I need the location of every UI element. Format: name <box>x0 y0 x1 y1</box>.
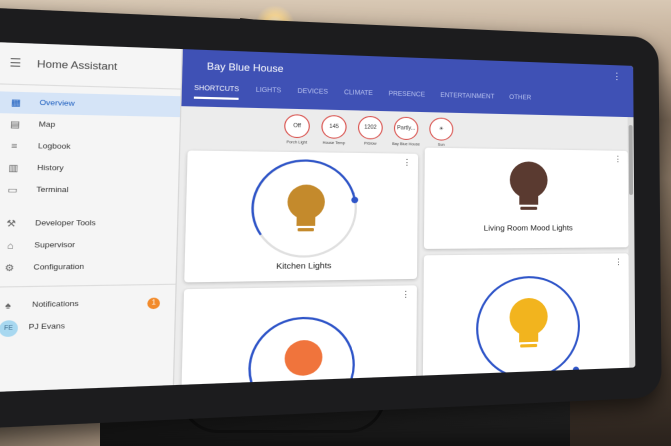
overview-icon: ▦ <box>10 97 22 108</box>
chip-label: Porch Light <box>286 140 308 145</box>
tab-devices[interactable]: DEVICES <box>297 89 329 103</box>
chip-label: Sun <box>437 142 445 147</box>
chip-value: Off <box>283 114 311 139</box>
divider <box>0 283 176 288</box>
chip-piglow[interactable]: 1202 PiGlow <box>355 115 385 146</box>
sidebar-item-history[interactable]: ▥ History <box>0 157 179 180</box>
history-icon: ▥ <box>8 162 19 174</box>
more-vert-icon[interactable]: ⋮ <box>614 155 622 164</box>
light-card[interactable]: ⋮ <box>181 285 417 392</box>
chip-label: Bay Blue House <box>392 141 420 147</box>
chip-value: Partly... <box>393 116 419 141</box>
sidebar-item-label: Logbook <box>37 142 71 152</box>
chip-label: PiGlow <box>363 141 377 146</box>
sidebar-item-logbook[interactable]: ≡ Logbook <box>0 135 179 159</box>
chip-sun[interactable]: ☀ Sun <box>427 117 456 147</box>
sidebar-item-label: Map <box>38 120 56 130</box>
tab-climate[interactable]: CLIMATE <box>344 90 373 103</box>
tablet-frame: ☰ Home Assistant ▦ Overview ▤ Map ≡ Logb… <box>0 4 662 433</box>
supervisor-icon: ⌂ <box>6 240 14 252</box>
entity-chips: Off Porch Light 145 House Temp 1202 PiGl… <box>282 114 456 147</box>
sidebar-header: ☰ Home Assistant <box>0 42 182 90</box>
sidebar-item-label: Supervisor <box>34 241 76 250</box>
chip-label: House Temp <box>322 140 346 146</box>
map-icon: ▤ <box>9 119 21 130</box>
sidebar-item-label: Terminal <box>36 186 69 195</box>
hammer-icon: ⚒ <box>6 218 17 229</box>
tab-other[interactable]: OTHER <box>509 95 531 108</box>
header: Bay Blue House ⋮ SHORTCUTS LIGHTS DEVICE… <box>181 49 634 118</box>
sidebar-item-developer-tools[interactable]: ⚒ Developer Tools <box>0 213 177 235</box>
menu-icon[interactable]: ☰ <box>9 57 21 70</box>
page-title: Bay Blue House <box>206 60 284 75</box>
notification-badge: 1 <box>147 296 161 309</box>
more-vert-icon[interactable]: ⋮ <box>612 71 621 82</box>
tab-bar: SHORTCUTS LIGHTS DEVICES CLIMATE PRESENC… <box>193 85 531 108</box>
logbook-icon: ≡ <box>10 141 18 152</box>
user-name: PJ Evans <box>28 322 66 332</box>
light-card-kitchen[interactable]: ⋮ Kitchen Lights <box>184 150 419 283</box>
lightbulb-icon <box>284 339 323 377</box>
chip-porch-light[interactable]: Off Porch Light <box>282 114 313 145</box>
sidebar: ☰ Home Assistant ▦ Overview ▤ Map ≡ Logb… <box>0 42 183 393</box>
sidebar-item-label: Configuration <box>33 263 85 272</box>
scrollbar-thumb[interactable] <box>628 125 634 195</box>
app-title: Home Assistant <box>36 58 118 73</box>
card-title: Living Room Mood Lights <box>483 223 573 233</box>
tab-entertainment[interactable]: ENTERTAINMENT <box>440 93 494 107</box>
card-title: Kitchen Lights <box>276 260 332 272</box>
home-assistant-screen: ☰ Home Assistant ▦ Overview ▤ Map ≡ Logb… <box>0 42 636 393</box>
avatar: FE <box>0 319 19 337</box>
tab-lights[interactable]: LIGHTS <box>255 87 282 101</box>
sidebar-item-label: Notifications <box>31 300 79 310</box>
lightbulb-icon <box>509 297 548 348</box>
light-card[interactable]: ⋮ <box>422 253 630 383</box>
gear-icon: ⚙ <box>4 262 15 274</box>
light-card-living-room[interactable]: ⋮ Living Room Mood Lights <box>423 147 629 249</box>
sidebar-item-terminal[interactable]: ▭ Terminal <box>0 179 178 202</box>
lightbulb-icon <box>287 184 326 232</box>
chip-value: 145 <box>321 114 347 139</box>
chip-value: 1202 <box>357 115 383 140</box>
chip-house-temp[interactable]: 145 House Temp <box>319 114 349 146</box>
sidebar-item-label: Overview <box>39 99 75 109</box>
sidebar-item-configuration[interactable]: ⚙ Configuration <box>0 255 176 279</box>
sidebar-item-map[interactable]: ▤ Map <box>0 113 180 138</box>
sidebar-item-supervisor[interactable]: ⌂ Supervisor <box>0 234 177 257</box>
chip-weather[interactable]: Partly... Bay Blue House <box>392 116 421 147</box>
tab-presence[interactable]: PRESENCE <box>388 91 426 105</box>
lightbulb-icon <box>509 161 548 210</box>
tab-shortcuts[interactable]: SHORTCUTS <box>193 85 240 100</box>
terminal-icon: ▭ <box>7 184 18 196</box>
sun-icon: ☀ <box>429 117 454 141</box>
bell-icon: ♠ <box>4 300 12 311</box>
sidebar-item-label: History <box>36 164 64 173</box>
sidebar-item-label: Developer Tools <box>34 219 96 228</box>
sidebar-item-profile[interactable]: FE PJ Evans <box>0 313 175 340</box>
